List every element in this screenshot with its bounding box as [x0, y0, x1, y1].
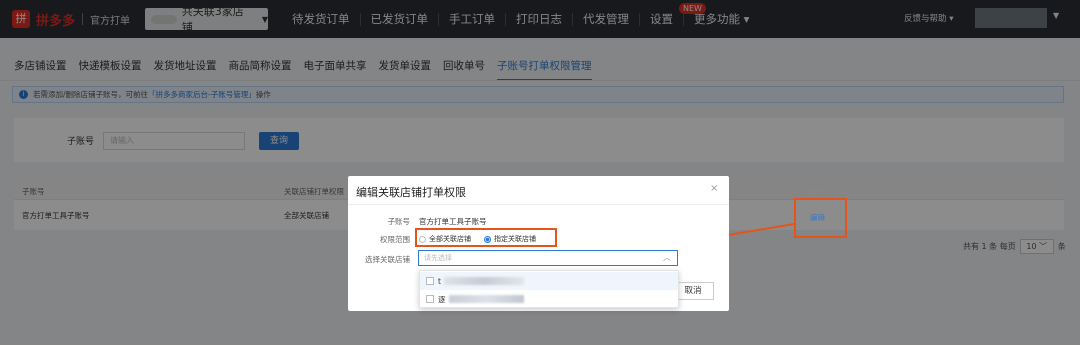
checkbox[interactable]: [426, 295, 434, 303]
dropdown-option[interactable]: 逐: [420, 290, 678, 308]
close-icon[interactable]: ×: [710, 183, 718, 194]
radio-unchecked-icon: [419, 235, 426, 243]
edit-action-highlight: 编辑: [794, 198, 847, 238]
redacted-store-name: [448, 295, 524, 303]
radio-specific-label: 指定关联店铺: [494, 235, 536, 243]
account-value: 官方打单工具子账号: [419, 217, 487, 226]
col-action: 操作: [808, 187, 823, 196]
chevron-up-icon: ︿: [663, 253, 671, 262]
radio-specific-stores[interactable]: 指定关联店铺: [484, 234, 536, 244]
store-select-label: 选择关联店铺: [365, 255, 410, 264]
store-select-placeholder: 请先选择: [424, 254, 452, 262]
radio-all-stores[interactable]: 全部关联店铺: [419, 234, 471, 244]
scope-label: 权限范围: [380, 235, 410, 244]
radio-all-label: 全部关联店铺: [429, 235, 471, 243]
dropdown-option[interactable]: t: [420, 272, 678, 290]
checkbox[interactable]: [426, 277, 434, 285]
option-prefix: 逐: [438, 294, 446, 304]
account-label: 子账号: [387, 217, 411, 226]
dialog-divider: [348, 204, 729, 205]
option-prefix: t: [438, 276, 441, 286]
store-select-input[interactable]: 请先选择 ︿: [418, 250, 678, 266]
edit-button[interactable]: 编辑: [810, 212, 825, 223]
redacted-store-name: [443, 277, 524, 285]
store-dropdown-list: t 逐: [419, 270, 679, 308]
dialog-title: 编辑关联店铺打单权限: [356, 186, 466, 199]
radio-checked-icon: [484, 235, 491, 243]
